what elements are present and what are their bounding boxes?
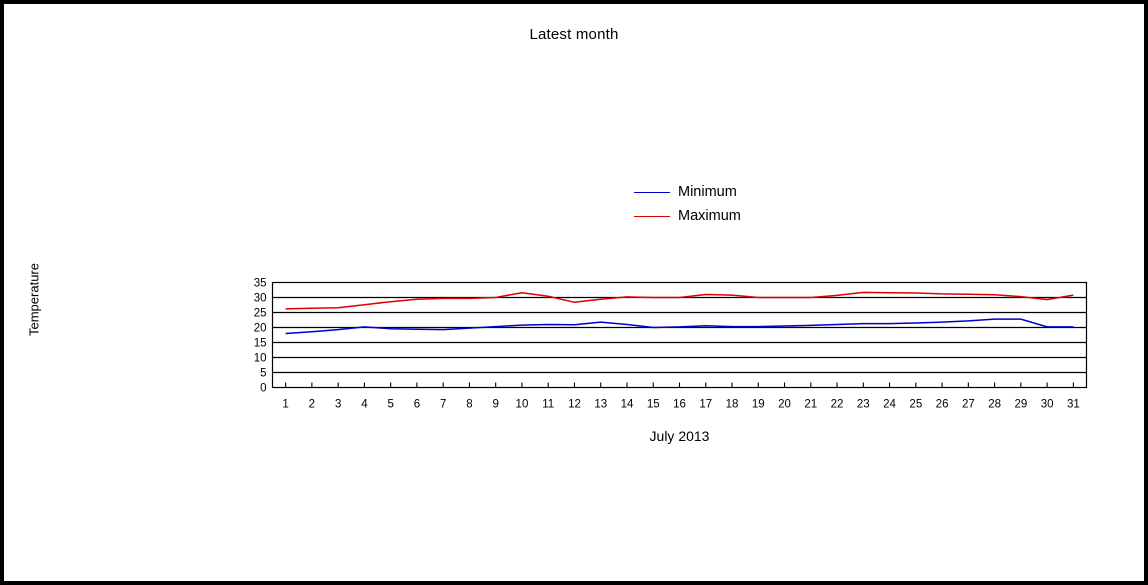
x-axis-ticks [285,382,1074,388]
x-tick-label: 19 [752,399,765,411]
grid-lines [272,296,1087,374]
y-tick-label: 10 [254,353,267,365]
series-line-minimum [285,318,1074,335]
x-tick-label: 16 [673,399,686,411]
y-tick-label: 5 [260,368,266,380]
legend-line-icon-minimum [634,191,670,193]
x-tick-label: 26 [936,399,949,411]
x-tick-label: 27 [962,399,975,411]
x-tick-label: 12 [568,399,581,411]
x-tick-label: 10 [516,399,529,411]
x-tick-label: 20 [778,399,791,411]
y-tick-label: 20 [254,323,267,335]
x-tick-label: 17 [699,399,712,411]
legend-item-minimum: Minimum [634,180,854,204]
x-tick-label: 23 [857,399,870,411]
x-tick-label: 9 [492,399,498,411]
x-tick-label: 14 [621,399,634,411]
x-tick-label: 11 [542,399,554,411]
x-tick-label: 30 [1041,399,1054,411]
x-axis-tick-labels: 1 2 3 4 5 6 7 8 9 10 11 12 13 14 15 16 17 18 19 20 21 22 23 24 2… [282,399,1079,411]
x-tick-label: 1 [282,399,288,411]
x-tick-label: 21 [804,399,817,411]
x-tick-label: 8 [466,399,472,411]
x-tick-label: 6 [414,399,420,411]
x-tick-label: 3 [335,399,341,411]
x-tick-label: 24 [883,399,896,411]
x-tick-label: 2 [309,399,315,411]
y-tick-label: 25 [254,308,267,320]
legend-label-maximum: Maximum [678,208,741,224]
x-tick-label: 15 [647,399,660,411]
x-tick-label: 13 [594,399,607,411]
x-tick-label: 22 [831,399,844,411]
x-tick-label: 4 [361,399,368,411]
x-tick-label: 7 [440,399,446,411]
y-tick-label: 0 [260,383,266,395]
y-tick-label: 30 [254,293,267,305]
chart-canvas: Latest month Minimum Maximum Temperature… [4,4,1144,581]
x-axis-title: July 2013 [649,428,710,444]
legend-item-maximum: Maximum [634,204,854,228]
y-axis-ticks: 0 5 10 15 20 25 30 35 [254,278,267,395]
chart-legend: Minimum Maximum [634,180,854,228]
legend-label-minimum: Minimum [678,184,737,200]
x-tick-label: 29 [1014,399,1027,411]
x-tick-label: 25 [909,399,922,411]
x-tick-label: 18 [726,399,739,411]
legend-line-icon-maximum [634,215,670,217]
y-tick-label: 35 [254,278,267,290]
page-title: Latest month [529,26,619,43]
series-line-maximum [285,291,1074,310]
x-tick-label: 5 [387,399,393,411]
y-tick-label: 15 [254,338,267,350]
x-tick-label: 31 [1067,399,1080,411]
x-tick-label: 28 [988,399,1001,411]
